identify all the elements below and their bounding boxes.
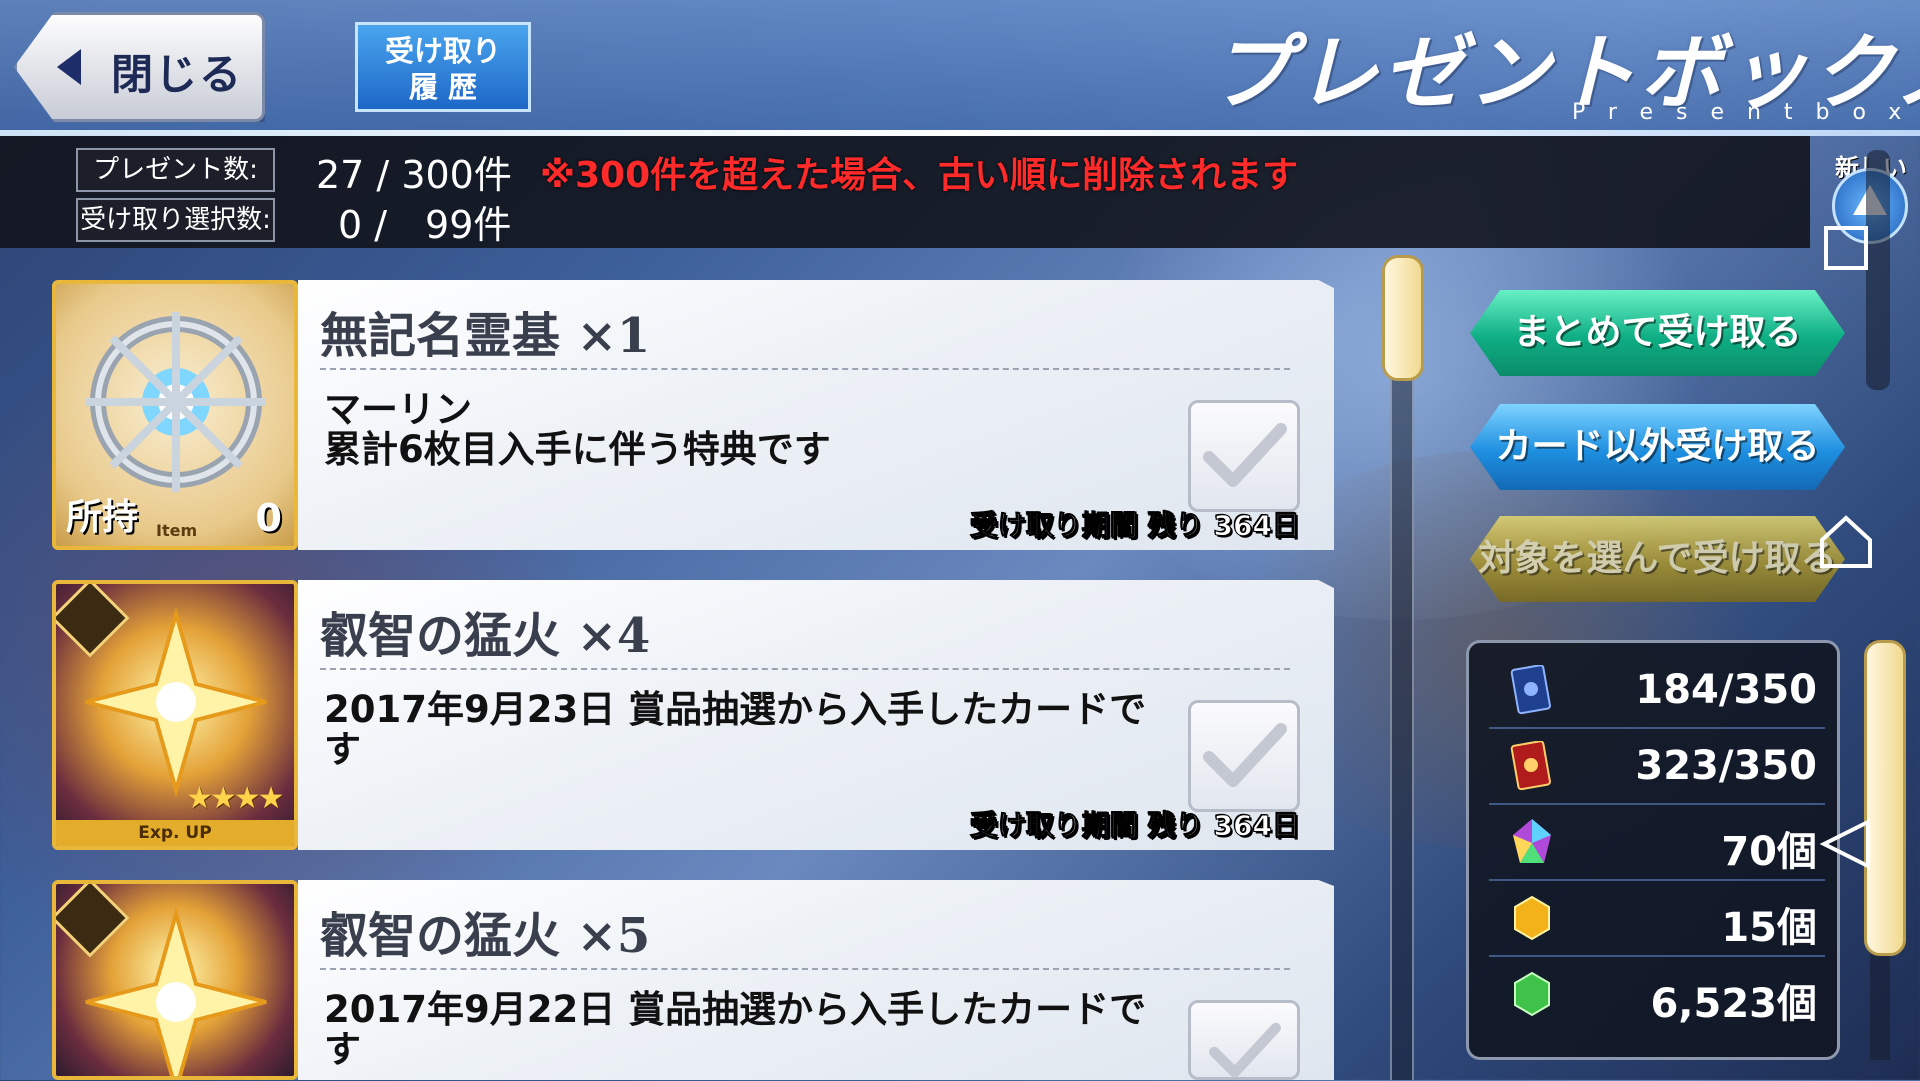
rarity-stars: ★★★★ [186,781,285,816]
item-description: 2017年9月23日 賞品抽選から入手したカードです [324,688,1147,771]
item-type-tag: Item [156,521,198,540]
owned-label: 所持 [66,497,139,538]
back-icon[interactable] [1818,816,1874,872]
receive-deadline: 受け取り期間 残り 364日 [970,509,1301,543]
inventory-row: 323/350 [1489,729,1825,805]
receive-history-label-line2: 履 歴 [408,70,478,104]
selected-count-label: 受け取り選択数: [76,198,275,242]
page-subtitle: Presentbox [1572,100,1920,125]
receive-deadline: 受け取り期間 残り 364日 [970,809,1301,843]
card-thumbnail [52,880,298,1080]
receive-history-button[interactable]: 受け取り 履 歴 [355,22,531,112]
golden-fruit-count: 15個 [1721,905,1817,951]
present-list-item[interactable]: ★★★★ Exp. UP 叡智の猛火 ×4 2017年9月23日 賞品抽選から入… [52,580,1334,850]
present-count-label: プレゼント数: [76,148,275,192]
item-card: 叡智の猛火 ×4 2017年9月23日 賞品抽選から入手したカードです 受け取り… [298,580,1334,850]
item-description: 2017年9月22日 賞品抽選から入手したカードです [324,988,1147,1071]
saint-quartz-icon [1513,819,1551,863]
divider [320,668,1290,670]
servant-card-icon [1510,665,1551,715]
saint-quartz-count: 70個 [1721,829,1817,875]
item-card: 叡智の猛火 ×5 2017年9月22日 賞品抽選から入手したカードです [298,880,1334,1080]
receive-all-button[interactable]: まとめて受け取る [1470,290,1845,376]
receive-non-card-button[interactable]: カード以外受け取る [1470,404,1845,490]
item-name: 叡智の猛火 ×4 [320,608,651,664]
owned-count: 0 [255,496,282,540]
select-checkbox[interactable] [1188,700,1300,812]
craft-essence-count: 323/350 [1635,743,1817,789]
item-description: マーリン 累計6枚目入手に伴う特典です [324,388,831,471]
inventory-row: 6,523個 [1489,957,1825,1031]
receive-history-label-line1: 受け取り [384,34,501,68]
list-scrollbar-track[interactable] [1390,260,1414,1080]
present-list-item[interactable]: 叡智の猛火 ×5 2017年9月22日 賞品抽選から入手したカードです [52,880,1334,1080]
receive-selected-button[interactable]: 対象を選んで受け取る [1470,516,1845,602]
recent-apps-icon[interactable] [1818,220,1874,276]
capacity-warning: ※300件を超えた場合、古い順に削除されます [540,155,1299,196]
home-icon[interactable] [1818,514,1874,570]
divider [320,368,1290,370]
inventory-panel: 184/350 323/350 70個 15個 6,523個 [1466,640,1840,1060]
card-type-tag: Exp. UP [56,820,294,846]
select-checkbox[interactable] [1188,400,1300,512]
selected-count-value: 0 / 99件 [338,203,512,247]
list-scrollbar-thumb[interactable] [1382,255,1424,381]
inventory-row: 70個 [1489,805,1825,881]
golden-fruit-icon [1514,895,1550,941]
item-card: 無記名霊基 ×1 マーリン 累計6枚目入手に伴う特典です 受け取り期間 残り 3… [298,280,1334,550]
card-thumbnail: ★★★★ Exp. UP [52,580,298,850]
close-button[interactable]: 閉じる [14,12,265,122]
back-arrow-icon [57,49,81,85]
item-name: 無記名霊基 ×1 [320,308,651,364]
craft-essence-card-icon [1510,741,1551,791]
inventory-row: 184/350 [1489,653,1825,729]
divider [320,968,1290,970]
inventory-row: 15個 [1489,881,1825,957]
item-thumbnail: 所持 Item 0 [52,280,298,550]
present-list-item[interactable]: 所持 Item 0 無記名霊基 ×1 マーリン 累計6枚目入手に伴う特典です 受… [52,280,1334,550]
select-checkbox[interactable] [1188,1000,1300,1080]
checkmark-icon [1203,723,1287,787]
checkmark-icon [1209,1022,1281,1078]
mana-prism-count: 6,523個 [1650,981,1817,1027]
servant-count: 184/350 [1635,667,1817,713]
present-count-value: 27 / 300件 [316,153,512,197]
right-scrollbar-thumb[interactable] [1864,640,1906,956]
mana-prism-icon [1514,971,1550,1017]
close-button-label: 閉じる [111,50,244,99]
item-name: 叡智の猛火 ×5 [320,908,651,964]
checkmark-icon [1203,423,1287,487]
